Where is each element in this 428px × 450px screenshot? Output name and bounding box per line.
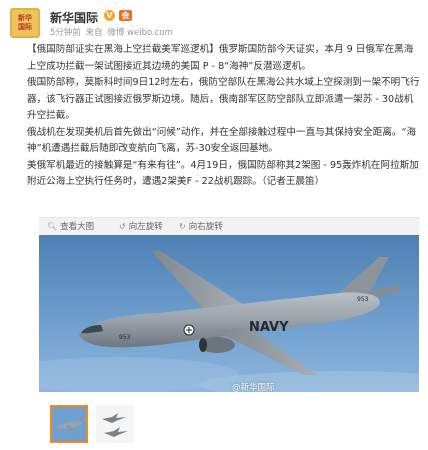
- rotate-left-label: 向左旋转: [128, 222, 163, 232]
- author-avatar[interactable]: 新华 国际: [10, 8, 40, 38]
- post-meta: 5分钟前 来自 微博 weibo.com: [50, 26, 175, 38]
- post-source-label: 来自: [85, 28, 103, 38]
- image-toolbar: 🔍︎ 查看大图 ↺ 向左旋转 ↻ 向右旋转: [39, 217, 419, 236]
- thumbnail-2[interactable]: [96, 405, 134, 443]
- member-crown-icon[interactable]: 会: [119, 10, 132, 21]
- thumbnail-2-image: [96, 405, 134, 443]
- post-paragraph-4: 美俄军机最近的接触算是“有来有往”。4月19日，俄国防部称其2架图 - 95轰炸…: [27, 159, 419, 188]
- post-paragraph-2: 俄国防部称，莫斯科时间9日12时左右，俄防空部队在黑海公共水域上空探测到一架不明…: [27, 77, 420, 121]
- verified-v-badge-icon[interactable]: V: [104, 10, 115, 21]
- rotate-left-icon: ↺: [119, 222, 126, 231]
- thumbnail-1-image: [52, 407, 86, 441]
- post-paragraph-1: 【俄国防部证实在黑海上空拦截美军巡逻机】俄罗斯国防部今天证实，本月 9 日俄军在…: [27, 44, 414, 72]
- rotate-left-button[interactable]: ↺ 向左旋转: [119, 218, 163, 236]
- photo-watermark: @新华国际: [232, 383, 275, 393]
- view-large-label: 查看大图: [60, 222, 95, 232]
- thumbnail-strip: [50, 405, 170, 445]
- thumbnail-1-selected[interactable]: [50, 405, 88, 443]
- post-client-link[interactable]: 微博 weibo.com: [107, 28, 173, 38]
- avatar-text-line1: 新华: [18, 14, 32, 22]
- nose-number-text: 953: [119, 334, 131, 341]
- post-header: 新华 国际 新华国际 V 会 5分钟前 来自 微博 weibo.com: [10, 8, 420, 38]
- post-body: 【俄国防部证实在黑海上空拦截美军巡逻机】俄罗斯国防部今天证实，本月 9 日俄军在…: [27, 42, 421, 191]
- magnifier-icon: 🔍︎: [47, 222, 58, 231]
- post-paragraph-3: 俄战机在发现美机后首先做出“问候”动作，并在全部接触过程中一直与其保持安全距离。…: [27, 126, 417, 155]
- tail-number-text: 953: [357, 296, 369, 303]
- avatar-text-line2: 国际: [18, 23, 32, 31]
- author-name-link[interactable]: 新华国际: [50, 9, 98, 26]
- aircraft-photo-svg: NAVY 953 953: [39, 235, 419, 392]
- engine-intake: [199, 338, 207, 352]
- fuselage-navy-text: NAVY: [249, 320, 289, 335]
- post-photo[interactable]: NAVY 953 953: [39, 235, 419, 392]
- view-large-button[interactable]: 🔍︎ 查看大图: [47, 218, 94, 236]
- post-time-link[interactable]: 5分钟前: [50, 28, 81, 38]
- rotate-right-icon: ↻: [179, 222, 186, 231]
- rotate-right-button[interactable]: ↻ 向右旋转: [179, 218, 223, 236]
- rotate-right-label: 向右旋转: [188, 222, 223, 232]
